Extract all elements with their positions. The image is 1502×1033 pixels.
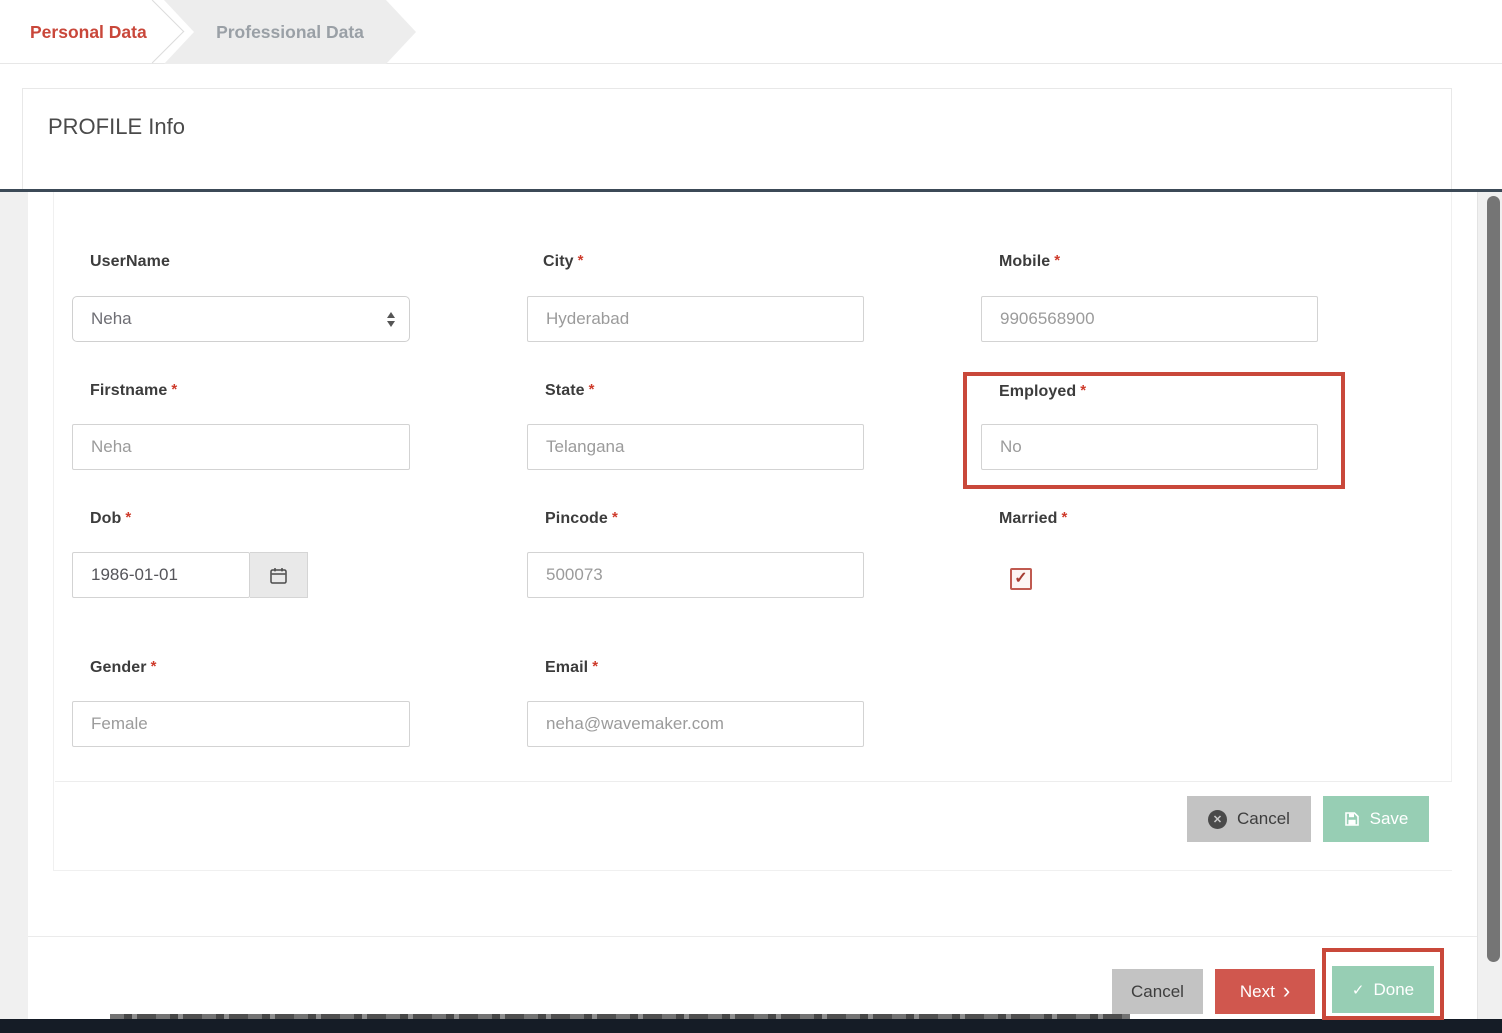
employed-value: No xyxy=(1000,437,1022,457)
required-asterisk: * xyxy=(1080,382,1086,399)
page-title: PROFILE Info xyxy=(48,114,185,140)
dob-calendar-button[interactable] xyxy=(250,552,308,598)
select-arrows-icon xyxy=(387,312,395,327)
bottom-dark-bar xyxy=(0,1019,1502,1033)
city-value: Hyderabad xyxy=(546,309,629,329)
city-input[interactable]: Hyderabad xyxy=(527,296,864,342)
form-cancel-label: Cancel xyxy=(1237,809,1290,829)
cancel-circle-x-icon: ✕ xyxy=(1208,810,1227,829)
save-floppy-icon xyxy=(1344,811,1360,827)
state-label: State* xyxy=(545,382,595,400)
state-input[interactable]: Telangana xyxy=(527,424,864,470)
screen: Personal Data Professional Data PROFILE … xyxy=(0,0,1502,1033)
gender-value: Female xyxy=(91,714,148,734)
footer-done-button[interactable]: ✓ Done xyxy=(1332,966,1434,1013)
form-footer: ✕ Cancel Save xyxy=(55,781,1452,870)
profile-form-panel: ✕ Cancel Save xyxy=(53,192,1452,871)
email-label: Email* xyxy=(545,659,598,677)
required-asterisk: * xyxy=(592,658,598,675)
dob-value: 1986-01-01 xyxy=(91,565,178,585)
profile-info-panel: PROFILE Info xyxy=(22,88,1452,191)
required-asterisk: * xyxy=(171,381,177,398)
mobile-label: Mobile* xyxy=(999,253,1060,271)
footer-divider xyxy=(28,936,1477,937)
state-value: Telangana xyxy=(546,437,624,457)
mobile-value: 9906568900 xyxy=(1000,309,1095,329)
username-label: UserName xyxy=(90,253,174,271)
employed-input[interactable]: No xyxy=(981,424,1318,470)
dob-input[interactable]: 1986-01-01 xyxy=(72,552,250,598)
gender-label: Gender* xyxy=(90,659,157,677)
footer-cancel-label: Cancel xyxy=(1131,982,1184,1002)
gender-input[interactable]: Female xyxy=(72,701,410,747)
married-checkbox[interactable]: ✓ xyxy=(1010,568,1032,590)
pincode-value: 500073 xyxy=(546,565,603,585)
city-label: City* xyxy=(543,253,584,271)
firstname-label: Firstname* xyxy=(90,382,177,400)
firstname-input[interactable]: Neha xyxy=(72,424,410,470)
married-label: Married* xyxy=(999,510,1067,528)
tab-professional-data[interactable]: Professional Data xyxy=(164,0,416,64)
firstname-value: Neha xyxy=(91,437,132,457)
required-asterisk: * xyxy=(589,381,595,398)
check-icon: ✓ xyxy=(1352,981,1365,999)
username-value: Neha xyxy=(91,309,132,329)
required-asterisk: * xyxy=(1054,252,1060,269)
employed-label: Employed* xyxy=(999,383,1086,401)
required-asterisk: * xyxy=(1062,509,1068,526)
scrollbar-track[interactable] xyxy=(1477,192,1502,1019)
checkmark-icon: ✓ xyxy=(1014,571,1027,587)
left-gutter xyxy=(0,192,28,1019)
footer-done-label: Done xyxy=(1373,980,1414,1000)
form-save-label: Save xyxy=(1370,809,1409,829)
email-input[interactable]: neha@wavemaker.com xyxy=(527,701,864,747)
form-cancel-button[interactable]: ✕ Cancel xyxy=(1187,796,1311,842)
form-save-button[interactable]: Save xyxy=(1323,796,1429,842)
pincode-label: Pincode* xyxy=(545,510,618,528)
footer-cancel-button[interactable]: Cancel xyxy=(1112,969,1203,1014)
required-asterisk: * xyxy=(151,658,157,675)
username-select[interactable]: Neha xyxy=(72,296,410,342)
email-value: neha@wavemaker.com xyxy=(546,714,724,734)
wizard-tab-bar: Personal Data Professional Data xyxy=(0,0,1502,64)
required-asterisk: * xyxy=(125,509,131,526)
footer-next-button[interactable]: Next › xyxy=(1215,969,1315,1014)
scrollbar-thumb[interactable] xyxy=(1487,196,1500,962)
calendar-icon xyxy=(269,566,288,585)
dob-label: Dob* xyxy=(90,510,131,528)
required-asterisk: * xyxy=(612,509,618,526)
mobile-input[interactable]: 9906568900 xyxy=(981,296,1318,342)
required-asterisk: * xyxy=(578,252,584,269)
pincode-input[interactable]: 500073 xyxy=(527,552,864,598)
footer-next-label: Next xyxy=(1240,982,1275,1002)
